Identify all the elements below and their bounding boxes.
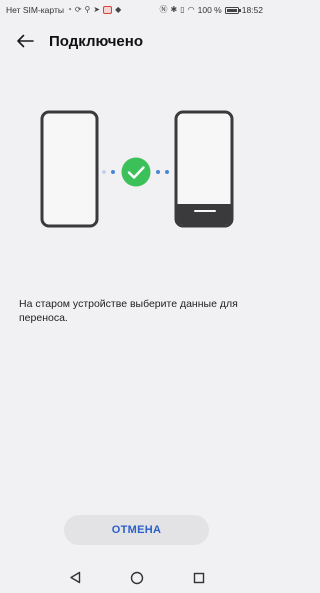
wifi-hotspot-icon: ◔ xyxy=(66,5,72,14)
status-bar-right: Ⓝ ✱ ▯ ◠ 100 % 18:52 xyxy=(160,5,263,15)
vibrate-icon: ▯ xyxy=(180,5,185,14)
bluetooth-icon: ✱ xyxy=(170,5,178,14)
status-bar-left: Нет SIM-карты ◔ ⟳ ⚲ ➤ ◆ xyxy=(6,5,121,15)
telegram-icon: ➤ xyxy=(93,5,101,14)
battery-icon xyxy=(224,6,241,14)
old-phone-icon xyxy=(40,110,99,228)
transfer-dots-right xyxy=(156,170,169,174)
nav-back-button[interactable] xyxy=(65,568,85,588)
notification-app-icon xyxy=(103,6,113,14)
status-bar: Нет SIM-карты ◔ ⟳ ⚲ ➤ ◆ Ⓝ ✱ ▯ ◠ 100 % 18… xyxy=(0,0,273,20)
triangle-back-icon xyxy=(69,571,80,584)
nav-home-button[interactable] xyxy=(127,568,147,588)
system-nav-bar xyxy=(0,562,273,593)
carrier-label: Нет SIM-карты xyxy=(6,5,64,15)
instruction-text: На старом устройстве выберите данные для… xyxy=(19,298,238,324)
sync-icon: ⟳ xyxy=(74,5,82,14)
square-recents-icon xyxy=(193,572,204,583)
page-title: Подключено xyxy=(49,32,143,50)
nav-recents-button[interactable] xyxy=(189,568,209,588)
clock: 18:52 xyxy=(241,5,263,15)
battery-fill xyxy=(226,8,237,12)
search-icon: ⚲ xyxy=(84,5,91,14)
connection-illustration xyxy=(40,110,234,228)
arrow-left-icon xyxy=(17,34,34,48)
transfer-dots-left xyxy=(102,170,115,174)
cancel-button[interactable]: ОТМЕНА xyxy=(64,515,209,545)
circle-home-icon xyxy=(130,571,143,584)
battery-percent: 100 % xyxy=(197,5,222,15)
check-icon xyxy=(121,157,151,187)
shield-icon: ◆ xyxy=(115,5,122,14)
nfc-icon: Ⓝ xyxy=(159,5,168,14)
wifi-icon: ◠ xyxy=(187,5,195,14)
new-phone-icon xyxy=(174,110,234,228)
back-button[interactable] xyxy=(5,26,45,56)
app-bar: Подключено xyxy=(0,26,273,56)
